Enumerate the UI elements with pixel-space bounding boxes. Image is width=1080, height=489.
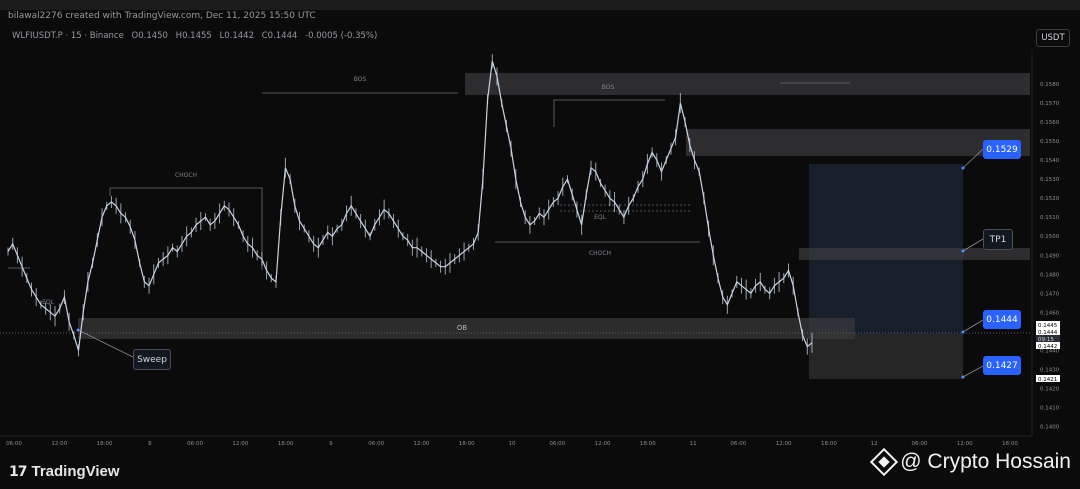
x-tick-label: 12:00 [957, 441, 973, 447]
bos-label-left: BOS [354, 76, 367, 83]
x-tick-label: 12:00 [595, 441, 611, 447]
x-tick-label: 9 [329, 441, 333, 447]
x-tick-label: 18:00 [640, 441, 656, 447]
price-tag-label: 0.1442 [1038, 344, 1057, 350]
y-tick-label: 0.1510 [1040, 215, 1060, 221]
y-tick-label: 0.1520 [1040, 196, 1060, 202]
x-tick-label: 12:00 [51, 441, 67, 447]
y-tick-label: 0.1570 [1040, 101, 1060, 107]
y-tick-label: 0.1540 [1040, 158, 1060, 164]
y-tick-label: 0.1410 [1040, 405, 1060, 411]
ohlc-legend: WLFIUSDT.P · 15 · Binance O0.1450 H0.145… [12, 31, 382, 41]
y-tick-label: 0.1580 [1040, 82, 1060, 88]
tp1-callout[interactable]: TP1 [983, 229, 1013, 250]
y-tick-label: 0.1490 [1040, 253, 1060, 259]
high-value: H0.1455 [175, 31, 212, 41]
choch-label-left: CHOCH [175, 172, 197, 179]
x-tick-label: 06:00 [730, 441, 746, 447]
open-value: O0.1450 [131, 31, 168, 41]
entry-price-callout[interactable]: 0.1444 [983, 310, 1021, 329]
change-value: -0.0005 (-0.35%) [305, 31, 378, 41]
y-tick-label: 0.1420 [1040, 386, 1060, 392]
close-value: C0.1444 [261, 31, 298, 41]
x-tick-label: 10 [509, 441, 516, 447]
x-tick-label: 18:00 [1002, 441, 1018, 447]
y-tick-label: 0.1460 [1040, 310, 1060, 316]
x-tick-label: 18:00 [459, 441, 475, 447]
x-tick-label: 12:00 [776, 441, 792, 447]
x-tick-label: 18:00 [278, 441, 294, 447]
y-tick-label: 0.1430 [1040, 367, 1060, 373]
sweep-callout[interactable]: Sweep [133, 349, 171, 370]
y-tick-label: 0.1560 [1040, 120, 1060, 126]
choch-label-right: CHOCH [589, 250, 611, 257]
x-tick-label: 12:00 [232, 441, 248, 447]
ob-label: OB [457, 324, 468, 332]
x-tick-label: 12 [871, 441, 878, 447]
x-tick-label: 8 [148, 441, 152, 447]
currency-button[interactable]: USDT [1036, 29, 1070, 47]
bos-label-right: BOS [602, 84, 615, 91]
y-tick-label: 0.1550 [1040, 139, 1060, 145]
eql-label-2: EQL [42, 299, 55, 306]
x-tick-label: 11 [690, 441, 697, 447]
x-tick-label: 12:00 [414, 441, 430, 447]
attribution-text: bilawal2276 created with TradingView.com… [8, 11, 316, 21]
y-tick-label: 0.1400 [1040, 424, 1060, 430]
stop-price-callout[interactable]: 0.1427 [983, 356, 1021, 375]
tradingview-logo[interactable]: 17 TradingView [9, 463, 120, 480]
x-tick-label: 06:00 [187, 441, 203, 447]
symbol-label[interactable]: WLFIUSDT.P · 15 · Binance [12, 31, 124, 41]
binance-diamond-icon [870, 447, 899, 477]
y-tick-label: 0.1480 [1040, 272, 1060, 278]
x-tick-label: 06:00 [549, 441, 565, 447]
y-tick-label: 0.1530 [1040, 177, 1060, 183]
y-tick-label: 0.1470 [1040, 291, 1060, 297]
x-tick-label: 06:00 [6, 441, 22, 447]
eql-label-1: EQL [594, 214, 607, 221]
author-watermark: @ Crypto Hossain [870, 447, 1071, 477]
y-tick-label: 0.1500 [1040, 234, 1060, 240]
supply-zone-mid [686, 129, 1030, 156]
price-tag-label: 0.1421 [1038, 377, 1057, 383]
tradingview-wordmark: TradingView [31, 463, 120, 480]
x-tick-label: 18:00 [821, 441, 837, 447]
watermark-text: @ Crypto Hossain [900, 450, 1071, 473]
tp2-price-callout[interactable]: 0.1529 [983, 140, 1021, 159]
low-value: L0.1442 [219, 31, 254, 41]
price-chart[interactable]: BOS BOS CHOCH CHOCH OB EQL EQL 0.1580 0.1… [0, 0, 1080, 489]
tradingview-mark-icon: 17 [9, 463, 28, 480]
x-tick-label: 18:00 [97, 441, 113, 447]
x-tick-label: 06:00 [368, 441, 384, 447]
supply-zone-top [465, 73, 1030, 95]
x-tick-label: 06:00 [912, 441, 928, 447]
long-position-stop-zone [809, 334, 963, 379]
